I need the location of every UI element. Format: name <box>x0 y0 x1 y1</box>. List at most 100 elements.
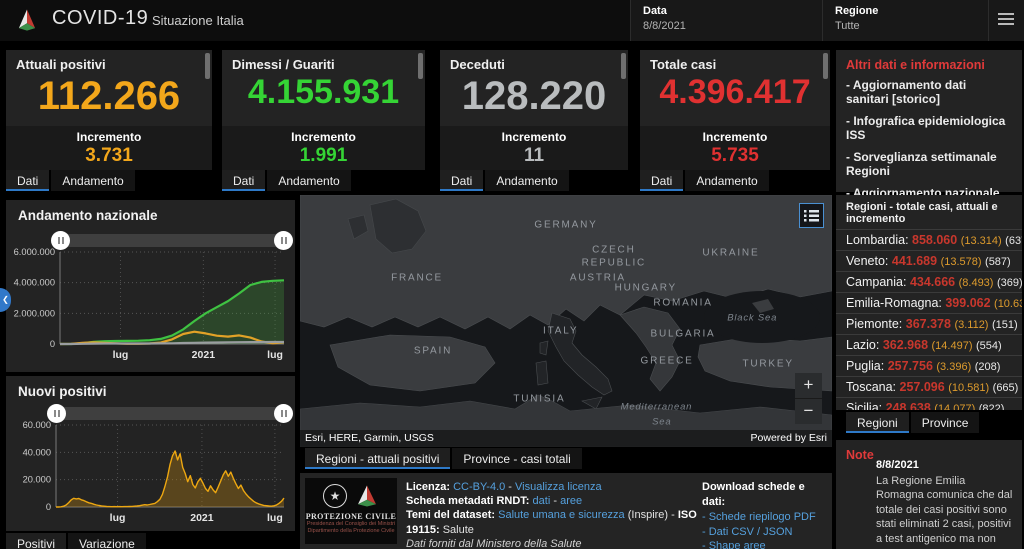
license-lines: Licenza: CC-BY-4.0 - Visualizza licenza … <box>406 480 698 549</box>
region-row[interactable]: Piemonte: 367.378 (3.112) (151) <box>836 313 1022 334</box>
andamento-nazionale-panel: Andamento nazionale 02.000.0004.000.0006… <box>6 200 295 372</box>
region-row[interactable]: Puglia: 257.756 (3.396) (208) <box>836 355 1022 376</box>
note-text: La Regione Emilia Romagna comunica che d… <box>876 474 1014 549</box>
map-country-label: TUNISIA <box>513 394 565 405</box>
region-row[interactable]: Lombardia: 858.060 (13.314) (637) <box>836 229 1022 250</box>
tab-andamento[interactable]: Andamento <box>485 170 568 191</box>
altri-dati-title: Altri dati e informazioni <box>846 58 1012 72</box>
increment-value: 11 <box>440 145 628 167</box>
svg-text:2021: 2021 <box>190 512 214 524</box>
tab-dati[interactable]: Dati <box>440 170 483 191</box>
temi-line: Temi del dataset: Salute umana e sicurez… <box>406 508 698 536</box>
card-scrollbar[interactable] <box>823 53 828 79</box>
chart-title: Nuovi positivi <box>18 384 107 399</box>
map-country-label: GREECE <box>641 356 694 367</box>
zoom-out-button[interactable]: − <box>795 398 822 424</box>
region-value: Tutte <box>835 20 976 32</box>
card-scrollbar[interactable] <box>621 53 626 79</box>
footer-info: ★ PROTEZIONE CIVILE Presidenza del Consi… <box>300 473 832 549</box>
license-link[interactable]: CC-BY-4.0 <box>453 481 505 493</box>
region-row[interactable]: Campania: 434.666 (8.493) (369) <box>836 271 1022 292</box>
svg-text:lug: lug <box>267 349 283 361</box>
europe-map[interactable]: GERMANYCZECHREPUBLICUKRAINEFRANCEAUSTRIA… <box>300 195 832 447</box>
svg-text:20.000: 20.000 <box>23 475 51 485</box>
layer-list-icon[interactable] <box>799 203 824 228</box>
tab-dati[interactable]: Dati <box>640 170 683 191</box>
card-value: 4.155.931 <box>222 75 425 111</box>
tab-regioni[interactable]: Regioni <box>846 412 909 433</box>
region-filter[interactable]: Regione Tutte <box>822 0 988 41</box>
map-country-label: Mediterranean <box>621 401 693 412</box>
tab-province[interactable]: Province <box>911 412 980 433</box>
tab-andamento[interactable]: Andamento <box>267 170 350 191</box>
region-label: Regione <box>835 5 976 17</box>
data-source-line: Dati forniti dal Ministero della Salute <box>406 537 698 549</box>
covid-dashboard: COVID-19 Situazione Italia Data 8/8/2021… <box>0 0 1024 549</box>
tab-andamento[interactable]: Andamento <box>685 170 768 191</box>
note-date: 8/8/2021 <box>876 458 1014 473</box>
card-increment: Incremento 3.731 <box>6 126 212 170</box>
map-country-label: Black Sea <box>727 313 777 324</box>
tab-dati[interactable]: Dati <box>222 170 265 191</box>
andamento-line-chart: 02.000.0004.000.0006.000.000lug2021lug <box>8 244 293 368</box>
map-country-label: GERMANY <box>534 220 597 231</box>
dati-link[interactable]: dati <box>533 495 551 507</box>
svg-text:lug: lug <box>110 512 126 524</box>
card-increment: Incremento 5.735 <box>640 126 830 170</box>
map-attribution: Esri, HERE, Garmin, USGS Powered by Esri <box>300 430 832 447</box>
download-section: Download schede e dati: - Schede riepilo… <box>702 480 828 549</box>
header: COVID-19 Situazione Italia Data 8/8/2021… <box>0 0 1024 41</box>
region-row[interactable]: Veneto: 441.689 (13.578) (587) <box>836 250 1022 271</box>
card-title: Deceduti <box>440 50 628 72</box>
map-country-label: HUNGARY <box>615 283 677 294</box>
region-row[interactable]: Toscana: 257.096 (10.581) (665) <box>836 376 1022 397</box>
tab-province-totali[interactable]: Province - casi totali <box>452 448 581 469</box>
increment-value: 1.991 <box>222 145 425 167</box>
download-link[interactable]: - Dati CSV / JSON <box>702 525 828 540</box>
card-scrollbar[interactable] <box>205 53 210 79</box>
tab-andamento[interactable]: Andamento <box>51 170 134 191</box>
map-country-label: BULGARIA <box>651 328 716 339</box>
tab-dati[interactable]: Dati <box>6 170 49 191</box>
view-license-link[interactable]: Visualizza licenza <box>515 481 602 493</box>
tab-positivi[interactable]: Positivi <box>6 533 66 549</box>
repubblica-emblem-icon: ★ <box>323 484 347 508</box>
altri-dati-link[interactable]: - Aggiornamento dati sanitari [storico] <box>846 79 1012 106</box>
tab-variazione[interactable]: Variazione <box>68 533 146 549</box>
region-row[interactable]: Emilia-Romagna: 399.062 (10.637) (661) <box>836 292 1022 313</box>
svg-text:2021: 2021 <box>192 349 216 361</box>
note-body: 8/8/2021 La Regione Emilia Romagna comun… <box>876 458 1014 549</box>
regioni-list-panel: Regioni - totale casi, attuali e increme… <box>836 195 1022 410</box>
download-link[interactable]: - Schede riepilogo PDF <box>702 510 828 525</box>
nuovi-positivi-tabs: PositiviVariazione <box>6 533 148 549</box>
altri-dati-link[interactable]: - Sorveglianza settimanale Regioni <box>846 151 1012 178</box>
card-title: Dimessi / Guariti <box>222 50 425 72</box>
regioni-list-title: Regioni - totale casi, attuali e increme… <box>836 195 1022 229</box>
card-increment: Incremento 11 <box>440 126 628 170</box>
date-filter[interactable]: Data 8/8/2021 <box>630 0 822 41</box>
salute-link[interactable]: Salute umana e sicurezza <box>498 509 625 521</box>
page-subtitle: Situazione Italia <box>152 13 244 28</box>
menu-block <box>988 0 1024 41</box>
increment-value: 3.731 <box>6 145 212 167</box>
region-row[interactable]: Lazio: 362.968 (14.497) (554) <box>836 334 1022 355</box>
note-title: Note <box>846 448 874 462</box>
map-country-label: REPUBLIC <box>582 258 646 269</box>
tab-regioni-attuali[interactable]: Regioni - attuali positivi <box>305 448 450 469</box>
card-increment: Incremento 1.991 <box>222 126 425 170</box>
svg-text:4.000.000: 4.000.000 <box>14 278 55 288</box>
card-scrollbar[interactable] <box>418 53 423 79</box>
svg-text:60.000: 60.000 <box>23 420 51 430</box>
aree-link[interactable]: aree <box>560 495 582 507</box>
svg-text:2.000.000: 2.000.000 <box>14 308 55 318</box>
increment-value: 5.735 <box>640 145 830 167</box>
altri-dati-link[interactable]: - Infografica epidemiologica ISS <box>846 115 1012 142</box>
hamburger-menu-icon[interactable] <box>998 13 1014 28</box>
download-link[interactable]: - Shape aree <box>702 539 828 549</box>
sidebar-tabs: RegioniProvince <box>846 412 981 436</box>
zoom-in-button[interactable]: + <box>795 373 822 398</box>
altri-dati-panel: Altri dati e informazioni - Aggiornament… <box>836 50 1022 192</box>
card-dimessi-guariti: Dimessi / Guariti 4.155.931 Incremento 1… <box>222 50 425 170</box>
attribution-left: Esri, HERE, Garmin, USGS <box>305 432 434 444</box>
region-row[interactable]: Sicilia: 248.638 (14.077) (822) <box>836 397 1022 410</box>
